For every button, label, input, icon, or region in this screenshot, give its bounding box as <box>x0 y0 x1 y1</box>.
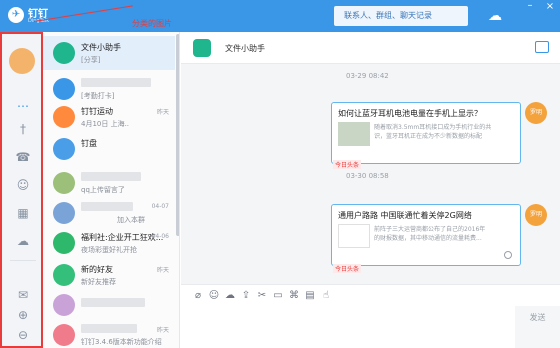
conversation-title: 钉盘 <box>81 139 97 148</box>
annotation-text: 分类的图片 <box>132 19 172 28</box>
card-title: 通用户路路 中国联通忙着关停2G网络 <box>338 211 472 220</box>
my-avatar[interactable] <box>9 48 35 74</box>
upload-icon[interactable]: ⇪ <box>239 289 253 303</box>
link-icon <box>504 251 512 259</box>
sport-avatar-icon <box>53 106 75 128</box>
blurred-title <box>81 324 137 333</box>
conversation-preview: 夜场彩蛋好礼开抢 <box>81 246 137 254</box>
left-nav-bar: … † ☎ ☺ ▦ ☁ ✉ ⊕ ⊖ <box>0 32 43 348</box>
sender-avatar[interactable]: 罗明 <box>525 204 547 226</box>
card-thumbnail <box>338 122 370 146</box>
conversation-list: 文件小助手 [分享] [考勤打卡] 钉钉运动 4月10日 上海.. 昨天 钉盘 … <box>43 32 180 348</box>
conversation-item[interactable]: qq上传留言了 <box>43 166 175 200</box>
more-icon[interactable]: ⊖ <box>14 326 32 344</box>
add-icon[interactable]: ⊕ <box>14 306 32 324</box>
contact-avatar <box>53 294 75 316</box>
cloud-drive-icon[interactable]: ☁ <box>14 232 32 250</box>
conversation-time: 昨天 <box>156 109 169 116</box>
group-avatar <box>53 202 75 224</box>
card-title: 如何让蓝牙耳机电池电量在手机上显示？ <box>338 109 482 118</box>
conversation-item[interactable]: 加入本群 04-07 <box>43 196 175 230</box>
cloud-upload-icon[interactable]: ☁ <box>484 6 506 26</box>
dingtalk-window: ✈ 钉钉 DingTalk 分类的图片 联系人、群组、聊天记录 ☁ – × … … <box>0 0 560 348</box>
card-description: 随着取消3.5mm耳机接口成为手机行业的共 识，蓝牙耳机正在成为不少新数据的标配 <box>374 124 492 140</box>
conversation-preview: [分享] <box>81 56 101 64</box>
conversation-preview: 加入本群 <box>117 216 145 224</box>
apps-grid-icon[interactable]: ▦ <box>14 204 32 222</box>
code-icon[interactable]: ⌘ <box>287 289 301 303</box>
chat-messages: 03-29 08:42 如何让蓝牙耳机电池电量在手机上显示？ 随着取消3.5mm… <box>181 64 560 284</box>
send-button[interactable]: 发送 <box>515 306 560 348</box>
conversation-title: 新的好友 <box>81 265 113 274</box>
chat-header: 文件小助手 <box>181 32 560 64</box>
conversation-time: 04-07 <box>151 203 169 210</box>
conversation-preview: 新好友推荐 <box>81 278 116 286</box>
card-description: 前阵子三大运营商都公布了自己的2016年 的财报数据，其中移动通信的流量耗费... <box>374 226 486 242</box>
folder-avatar-icon <box>53 42 75 64</box>
conversation-time: 昨天 <box>156 267 169 274</box>
blurred-title <box>81 202 133 211</box>
conversation-preview: 4月10日 上海.. <box>81 120 130 128</box>
pin-icon[interactable]: † <box>14 120 32 138</box>
blurred-title <box>81 78 151 87</box>
blurred-title <box>81 298 145 307</box>
conversation-item[interactable]: 钉盘 <box>43 132 175 166</box>
source-tag: 今日头条 <box>333 160 362 169</box>
minimize-button[interactable]: – <box>520 0 540 14</box>
conversation-preview: 钉钉3.4.6版本新功能介绍 <box>81 338 162 346</box>
conversation-time: 昨天 <box>156 327 169 334</box>
sender-avatar[interactable]: 罗明 <box>525 102 547 124</box>
search-placeholder: 联系人、群组、聊天记录 <box>344 11 432 20</box>
conversation-item[interactable]: 福利社:企业开工狂欢... 夜场彩蛋好礼开抢 04-06 <box>43 226 175 260</box>
image-icon[interactable] <box>535 41 549 53</box>
blurred-title <box>81 172 141 181</box>
calendar-icon[interactable]: ▤ <box>303 289 317 303</box>
message-icon[interactable]: … <box>14 94 32 112</box>
cloud-icon[interactable]: ☁ <box>223 289 237 303</box>
list-scrollbar[interactable] <box>176 34 179 236</box>
share-card[interactable]: 如何让蓝牙耳机电池电量在手机上显示？ 随着取消3.5mm耳机接口成为手机行业的共… <box>331 102 521 164</box>
share-card[interactable]: 通用户路路 中国联通忙着关停2G网络 前阵子三大运营商都公布了自己的2016年的… <box>331 204 521 266</box>
conversation-title: 文件小助手 <box>81 43 121 52</box>
new-friend-avatar-icon <box>53 264 75 286</box>
input-toolbar: ⌀ ☺ ☁ ⇪ ✂ ▭ ⌘ ▤ ☝ <box>181 284 560 306</box>
message-time: 03-29 08:42 <box>346 72 389 80</box>
contacts-icon[interactable]: ☺ <box>14 176 32 194</box>
title-bar: ✈ 钉钉 DingTalk 分类的图片 联系人、群组、聊天记录 ☁ – × <box>0 0 560 32</box>
conversation-item[interactable] <box>43 288 175 322</box>
conversation-item[interactable]: 新的好友 新好友推荐 昨天 <box>43 258 175 292</box>
conversation-title: 钉钉运动 <box>81 107 113 116</box>
conversation-item[interactable]: 钉钉3.4.6版本新功能介绍 昨天 <box>43 318 175 348</box>
attach-icon[interactable]: ⌀ <box>191 289 205 303</box>
search-input[interactable]: 联系人、群组、聊天记录 <box>334 6 468 26</box>
conversation-time: 04-06 <box>151 233 169 240</box>
welfare-avatar-icon <box>53 232 75 254</box>
thumbs-up-icon[interactable]: ☝ <box>319 289 333 303</box>
scissors-icon[interactable]: ✂ <box>255 289 269 303</box>
phone-icon[interactable]: ☎ <box>14 148 32 166</box>
attendance-avatar-icon <box>53 78 75 100</box>
conversation-item[interactable]: 文件小助手 [分享] <box>43 36 175 70</box>
smile-icon[interactable]: ☺ <box>207 289 221 303</box>
mail-icon[interactable]: ✉ <box>14 286 32 304</box>
chat-title: 文件小助手 <box>225 44 265 53</box>
conversation-preview: qq上传留言了 <box>81 186 125 194</box>
source-tag: 今日头条 <box>333 264 362 273</box>
folder-icon <box>193 39 211 57</box>
message-time: 03-30 08:58 <box>346 172 389 180</box>
close-button[interactable]: × <box>540 0 560 14</box>
dingtalk-logo-icon: ✈ <box>8 7 24 23</box>
cloud-disk-avatar-icon <box>53 138 75 160</box>
card-icon[interactable]: ▭ <box>271 289 285 303</box>
message-input[interactable] <box>181 306 515 348</box>
contact-avatar <box>53 172 75 194</box>
annotation-arrow <box>33 5 133 22</box>
card-thumbnail <box>338 224 370 248</box>
conversation-item[interactable]: 钉钉运动 4月10日 上海.. 昨天 <box>43 100 175 134</box>
contact-avatar <box>53 324 75 346</box>
nav-divider <box>10 260 36 261</box>
